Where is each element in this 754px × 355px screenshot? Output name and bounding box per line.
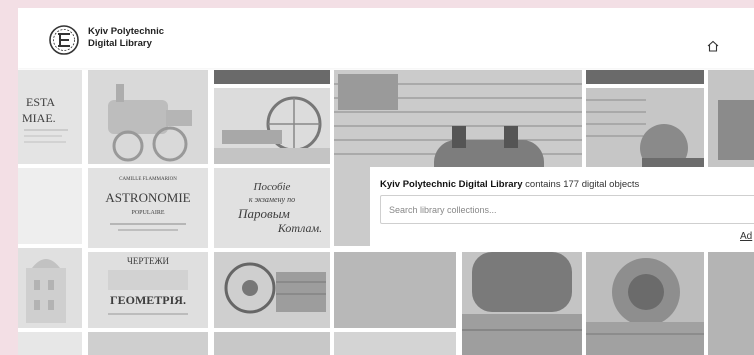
page-frame: Kyiv Polytechnic Digital Library ESTA MI… <box>18 8 754 355</box>
posobie-line-2: к экзамену по <box>249 195 295 204</box>
mosaic-tile-edge-1[interactable] <box>708 70 754 175</box>
search-input[interactable] <box>380 195 754 224</box>
astronomie-title: ASTRONOMIE <box>105 190 190 205</box>
mosaic-tile-steam-engine[interactable] <box>88 70 208 164</box>
geometria-title: ГЕОМЕТРІЯ. <box>110 293 186 307</box>
astronomie-subtitle: POPULAIRE <box>131 210 164 216</box>
mosaic-tile-book-bottom-2[interactable] <box>214 332 330 355</box>
library-summary: Kyiv Polytechnic Digital Library contain… <box>380 179 639 190</box>
mosaic-tile-posobie[interactable]: Пособіе к экзамену по Паровым Котлам. <box>214 168 330 248</box>
mosaic-tile-brick-machine[interactable] <box>586 88 704 175</box>
posobie-line-4: Котлам. <box>277 221 322 235</box>
library-name: Kyiv Polytechnic Digital Library <box>380 179 523 190</box>
mosaic-tile-faded-2[interactable] <box>18 332 82 355</box>
mosaic-tile-machinery[interactable] <box>214 252 330 328</box>
posobie-line-3: Паровым <box>237 206 290 221</box>
mosaic-bar-grey-2 <box>334 252 456 328</box>
logo-line-1: Kyiv Polytechnic <box>88 26 165 37</box>
advanced-search-link[interactable]: Ad <box>740 231 752 242</box>
mosaic-tile-latin-book[interactable]: ESTA MIAE. <box>18 70 82 164</box>
search-panel: Kyiv Polytechnic Digital Library contain… <box>370 167 754 251</box>
mosaic-tile-edge-2[interactable] <box>708 252 754 355</box>
object-count-text: contains 177 digital objects <box>522 179 640 190</box>
mosaic-tile-engine-base-1[interactable] <box>462 252 582 355</box>
home-icon[interactable] <box>706 39 720 53</box>
mosaic-tile-geometria[interactable]: ЧЕРТЕЖИ ГЕОМЕТРІЯ. <box>88 252 208 328</box>
mosaic-bar-dark-1 <box>214 70 330 84</box>
latin-title-1: ESTA <box>26 95 55 109</box>
library-logo-icon[interactable] <box>48 24 80 56</box>
geometria-top: ЧЕРТЕЖИ <box>127 256 170 266</box>
latin-title-2: MIAE. <box>22 111 56 125</box>
astronomie-author: CAMILLE FLAMMARION <box>119 177 177 182</box>
mosaic-tile-faded-1[interactable] <box>18 168 82 244</box>
site-logo-text[interactable]: Kyiv Polytechnic Digital Library <box>88 26 164 50</box>
mosaic-tile-flywheel[interactable] <box>214 88 330 164</box>
mosaic-tile-engine-base-2[interactable] <box>334 332 456 355</box>
posobie-line-1: Пособіе <box>253 181 291 193</box>
logo-line-2: Digital Library <box>88 38 152 49</box>
mosaic-tile-astronomie[interactable]: CAMILLE FLAMMARION ASTRONOMIE POPULAIRE <box>88 168 208 248</box>
mosaic-tile-dynamo[interactable] <box>586 252 704 355</box>
mosaic-bar-dark-3 <box>586 70 704 84</box>
mosaic-tile-book-bottom-1[interactable] <box>88 332 208 355</box>
site-header: Kyiv Polytechnic Digital Library <box>18 8 754 68</box>
mosaic-tile-observatory[interactable] <box>18 248 82 328</box>
